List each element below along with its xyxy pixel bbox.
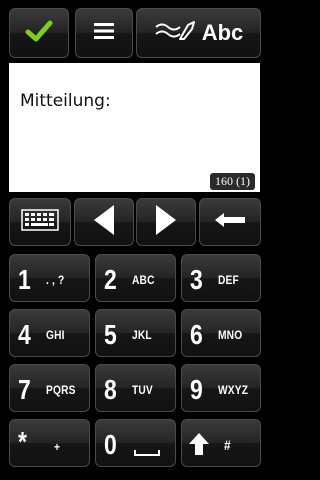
key-letters: GHI	[46, 328, 65, 342]
arrow-left-icon	[92, 203, 116, 242]
key-letters: ABC	[132, 273, 155, 287]
key-0[interactable]: 0	[95, 419, 176, 467]
key-letters: MNO	[218, 328, 243, 342]
key-digit: 4	[18, 319, 31, 350]
key-shift-hash[interactable]: #	[181, 419, 261, 467]
key-digit: 8	[104, 374, 117, 405]
keyboard-toggle-button[interactable]	[9, 198, 71, 246]
key-1[interactable]: 1 . , ?	[9, 254, 90, 302]
key-digit: 1	[18, 264, 31, 295]
key-6[interactable]: 6 MNO	[181, 309, 261, 357]
key-8[interactable]: 8 TUV	[95, 364, 176, 412]
key-letters: WXYZ	[218, 383, 249, 397]
key-digit: 7	[18, 374, 31, 405]
key-digit: *	[18, 426, 27, 457]
key-letters: TUV	[132, 383, 153, 397]
backspace-button[interactable]	[199, 198, 261, 246]
space-icon	[134, 444, 160, 462]
key-letters: #	[224, 437, 231, 453]
input-mode-button[interactable]: Abc	[136, 8, 261, 58]
key-digit: 3	[190, 264, 203, 295]
cursor-left-button[interactable]	[74, 198, 134, 246]
key-star[interactable]: * +	[9, 419, 90, 467]
key-letters: . , ?	[46, 273, 65, 287]
key-digit: 5	[104, 319, 117, 350]
keyboard-icon	[21, 208, 59, 236]
input-mode-label: Abc	[201, 20, 244, 45]
key-2[interactable]: 2 ABC	[95, 254, 176, 302]
shift-icon	[188, 432, 210, 461]
key-digit: 6	[190, 319, 203, 350]
key-digit: 0	[104, 429, 117, 460]
backspace-icon	[214, 212, 246, 233]
handwriting-icon	[154, 19, 198, 48]
character-counter: 160 (1)	[210, 173, 255, 190]
message-text-area[interactable]: Mitteilung: 160 (1)	[9, 63, 260, 192]
key-4[interactable]: 4 GHI	[9, 309, 90, 357]
key-3[interactable]: 3 DEF	[181, 254, 261, 302]
key-digit: 9	[190, 374, 203, 405]
key-digit: 2	[104, 264, 117, 295]
message-prompt: Mitteilung:	[20, 91, 111, 111]
key-letters: PQRS	[46, 383, 76, 397]
key-letters: JKL	[132, 328, 152, 342]
key-letters: DEF	[218, 273, 239, 287]
arrow-right-icon	[154, 203, 178, 242]
checkmark-icon	[25, 19, 53, 48]
key-5[interactable]: 5 JKL	[95, 309, 176, 357]
menu-icon	[93, 22, 115, 45]
key-letters: +	[54, 440, 61, 454]
menu-button[interactable]	[75, 8, 133, 58]
cursor-right-button[interactable]	[136, 198, 196, 246]
key-7[interactable]: 7 PQRS	[9, 364, 90, 412]
confirm-button[interactable]	[9, 8, 69, 58]
key-9[interactable]: 9 WXYZ	[181, 364, 261, 412]
